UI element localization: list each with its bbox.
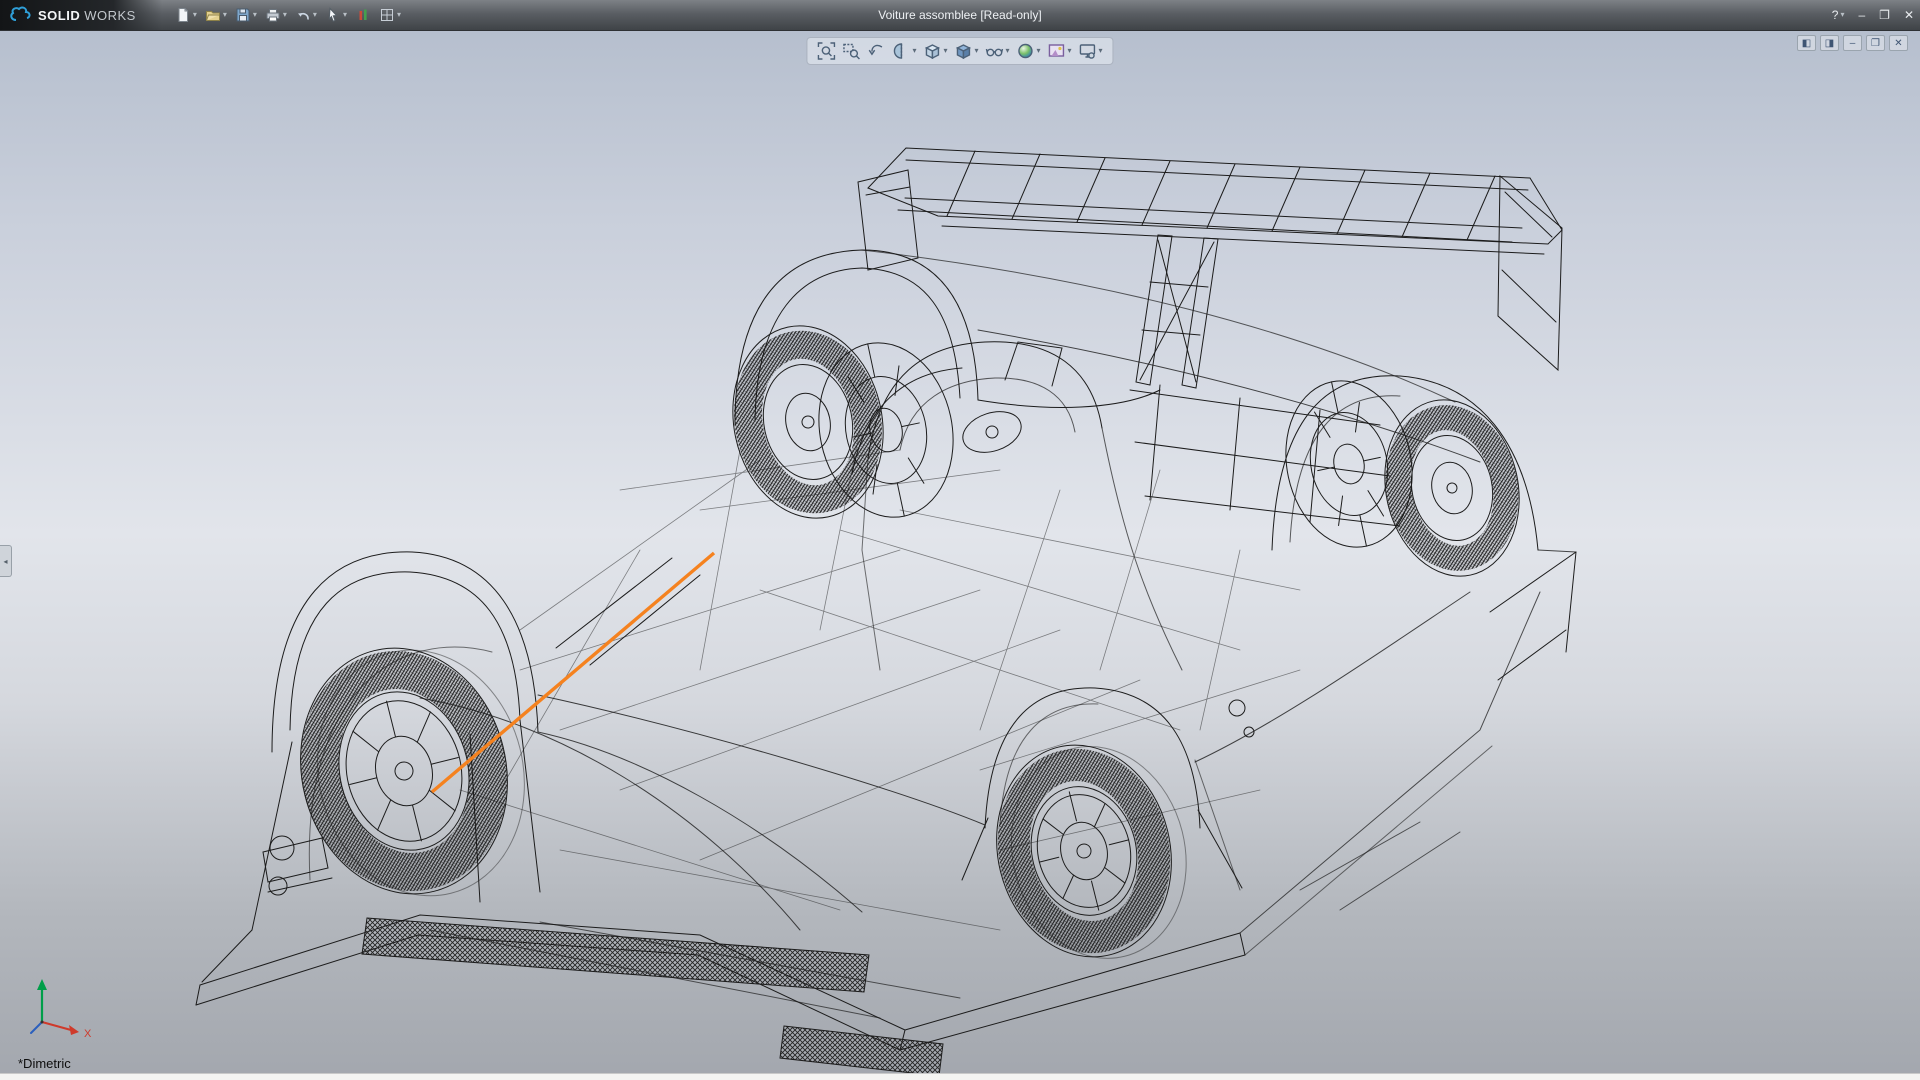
model-scene[interactable]: X xyxy=(0,30,1920,1080)
dropdown-caret-icon: ▾ xyxy=(193,11,197,19)
zoom-to-area-button[interactable] xyxy=(839,40,863,62)
dropdown-caret-icon: ▾ xyxy=(1840,11,1844,19)
graphics-area[interactable]: X ▾ ▾ ▾ xyxy=(0,30,1920,1080)
status-bar-strip xyxy=(0,1073,1920,1080)
open-folder-icon xyxy=(205,7,221,23)
edit-appearance-button[interactable]: ▾ xyxy=(1014,40,1044,62)
apply-scene-button[interactable]: ▾ xyxy=(1045,40,1075,62)
chassis-lines xyxy=(460,430,1300,930)
dropdown-caret-icon: ▾ xyxy=(943,47,947,55)
previous-view-icon xyxy=(867,42,885,60)
save-floppy-icon xyxy=(235,7,251,23)
solidworks-window: SOLID WORKS ▾ ▾ ▾ ▾ ▾ xyxy=(0,0,1920,1080)
arrange-right-button[interactable]: ◨ xyxy=(1820,35,1839,51)
dropdown-caret-icon: ▾ xyxy=(343,11,347,19)
dropdown-caret-icon: ▾ xyxy=(1068,47,1072,55)
print-button[interactable]: ▾ xyxy=(262,5,290,25)
select-cursor-icon xyxy=(325,7,341,23)
document-window-controls: ◧ ◨ – ❐ ✕ xyxy=(1797,35,1908,51)
dropdown-caret-icon: ▾ xyxy=(253,11,257,19)
new-document-button[interactable]: ▾ xyxy=(172,5,200,25)
restore-document-button[interactable]: ❐ xyxy=(1866,35,1885,51)
view-settings-button[interactable]: ▾ xyxy=(1076,40,1106,62)
dropdown-caret-icon: ▾ xyxy=(974,47,978,55)
minimize-document-button[interactable]: – xyxy=(1843,35,1862,51)
feature-panel-collapse-tab[interactable]: ◂ xyxy=(0,545,12,577)
apply-scene-icon xyxy=(1048,42,1066,60)
new-document-icon xyxy=(175,7,191,23)
wheel-front-left[interactable] xyxy=(275,622,550,922)
display-style-icon xyxy=(954,42,972,60)
brand-name-light: WORKS xyxy=(84,8,136,23)
brand: SOLID WORKS xyxy=(0,0,162,30)
zoom-to-fit-icon xyxy=(817,42,835,60)
save-button[interactable]: ▾ xyxy=(232,5,260,25)
view-settings-icon xyxy=(1079,42,1097,60)
view-orientation-label: *Dimetric xyxy=(18,1056,71,1071)
window-title: Voiture assomblee [Read-only] xyxy=(878,0,1041,30)
view-orientation-cube-icon xyxy=(923,42,941,60)
dropdown-caret-icon: ▾ xyxy=(397,11,401,19)
heads-up-view-toolbar: ▾ ▾ ▾ ▾ ▾ ▾ ▾ xyxy=(806,37,1113,65)
display-style-button[interactable]: ▾ xyxy=(951,40,981,62)
maximize-button[interactable]: ❐ xyxy=(1879,8,1890,22)
view-orientation-button[interactable]: ▾ xyxy=(920,40,950,62)
previous-view-button[interactable] xyxy=(864,40,888,62)
undo-button[interactable]: ▾ xyxy=(292,5,320,25)
print-icon xyxy=(265,7,281,23)
window-controls: ? ▾ – ❐ ✕ xyxy=(1832,0,1914,30)
hide-show-glasses-icon xyxy=(985,42,1003,60)
dropdown-caret-icon: ▾ xyxy=(1099,47,1103,55)
wheel-rear-right[interactable] xyxy=(1271,369,1535,589)
brand-name-bold: SOLID xyxy=(38,8,80,23)
dassault-3ds-logo-icon xyxy=(8,6,34,24)
hide-show-items-button[interactable]: ▾ xyxy=(982,40,1012,62)
instant3d-button[interactable] xyxy=(352,5,374,25)
main-toolbar: ▾ ▾ ▾ ▾ ▾ ▾ xyxy=(172,5,404,25)
undo-arrow-icon xyxy=(295,7,311,23)
open-button[interactable]: ▾ xyxy=(202,5,230,25)
mesh-grille[interactable] xyxy=(362,918,943,1076)
section-view-button[interactable]: ▾ xyxy=(889,40,919,62)
options-grid-icon xyxy=(379,7,395,23)
dropdown-caret-icon: ▾ xyxy=(223,11,227,19)
model-wireframe[interactable] xyxy=(196,148,1576,1076)
dropdown-caret-icon: ▾ xyxy=(912,47,916,55)
dropdown-caret-icon: ▾ xyxy=(313,11,317,19)
help-button[interactable]: ? ▾ xyxy=(1832,8,1845,22)
dropdown-caret-icon: ▾ xyxy=(1005,47,1009,55)
wheel-front-right[interactable] xyxy=(975,723,1208,980)
minimize-button[interactable]: – xyxy=(1858,8,1865,22)
dropdown-caret-icon: ▾ xyxy=(1037,47,1041,55)
selected-edge[interactable] xyxy=(432,553,714,792)
close-document-button[interactable]: ✕ xyxy=(1889,35,1908,51)
options-button[interactable]: ▾ xyxy=(376,5,404,25)
title-bar: SOLID WORKS ▾ ▾ ▾ ▾ ▾ xyxy=(0,0,1920,31)
instant3d-icon xyxy=(355,7,371,23)
close-button[interactable]: ✕ xyxy=(1904,8,1914,22)
arrange-left-button[interactable]: ◧ xyxy=(1797,35,1816,51)
help-label: ? xyxy=(1832,8,1839,22)
section-view-icon xyxy=(892,42,910,60)
orientation-triad: X xyxy=(31,979,92,1040)
edit-appearance-ball-icon xyxy=(1017,42,1035,60)
wheel-rear-left[interactable] xyxy=(715,312,968,533)
zoom-to-area-icon xyxy=(842,42,860,60)
zoom-to-fit-button[interactable] xyxy=(814,40,838,62)
triad-x-label: X xyxy=(84,1028,92,1040)
select-button[interactable]: ▾ xyxy=(322,5,350,25)
rear-wing[interactable] xyxy=(858,148,1562,388)
dropdown-caret-icon: ▾ xyxy=(283,11,287,19)
